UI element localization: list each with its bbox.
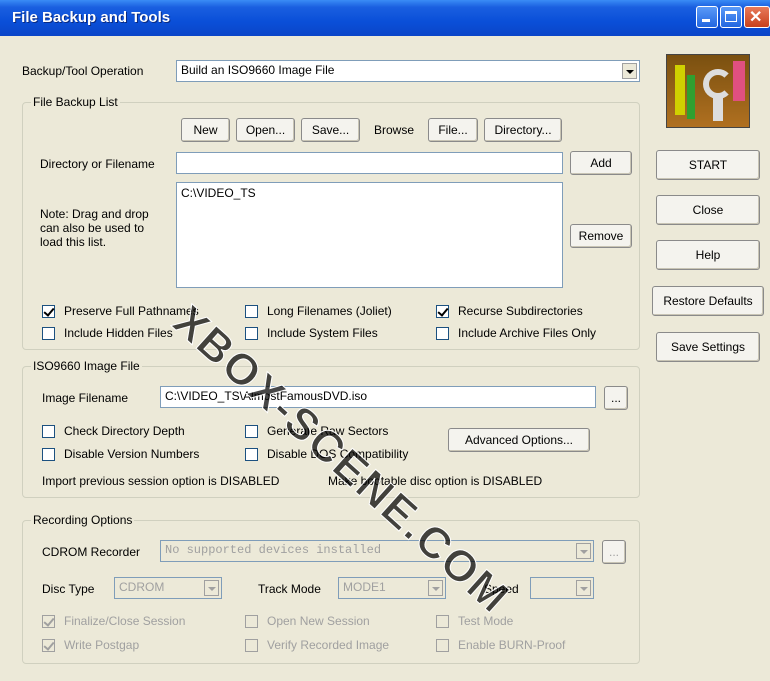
recording-options-title: Recording Options	[31, 513, 135, 527]
checkbox-box[interactable]	[42, 425, 55, 438]
finalize-session-label: Finalize/Close Session	[64, 614, 186, 628]
checkbox-box[interactable]	[245, 448, 258, 461]
file-button[interactable]: File...	[428, 118, 478, 142]
window-title: File Backup and Tools	[12, 9, 171, 26]
checkbox-box[interactable]	[245, 327, 258, 340]
check-icon	[43, 639, 55, 651]
new-button[interactable]: New	[181, 118, 230, 142]
import-session-status: Import previous session option is DISABL…	[42, 474, 280, 488]
operation-label: Backup/Tool Operation	[22, 64, 144, 78]
dir-filename-label: Directory or Filename	[40, 157, 155, 171]
checkbox-box[interactable]	[245, 305, 258, 318]
browse-label: Browse	[374, 123, 415, 137]
checkbox-box[interactable]	[245, 615, 258, 628]
add-button[interactable]: Add	[570, 151, 632, 175]
save-settings-button[interactable]: Save Settings	[656, 332, 760, 362]
list-item[interactable]: C:\VIDEO_TS	[181, 186, 558, 200]
check-icon	[437, 305, 449, 317]
checkbox-box[interactable]	[245, 425, 258, 438]
checkbox-box[interactable]	[436, 327, 449, 340]
chevron-down-icon[interactable]	[622, 63, 637, 79]
checkbox-box[interactable]	[42, 448, 55, 461]
operation-value: Build an ISO9660 Image File	[181, 63, 335, 77]
note-line-1: Note: Drag and drop	[40, 207, 149, 221]
note-line-2: can also be used to	[40, 221, 145, 235]
checkbox-box[interactable]	[436, 639, 449, 652]
track-mode-label: Track Mode	[258, 582, 321, 596]
tools-icon	[666, 54, 750, 128]
browse-image-button[interactable]: ...	[604, 386, 628, 410]
checkbox-box[interactable]	[42, 305, 55, 318]
close-button[interactable]: Close	[656, 195, 760, 225]
include-archive-label: Include Archive Files Only	[458, 326, 597, 340]
disable-version-label: Disable Version Numbers	[64, 447, 200, 461]
directory-button[interactable]: Directory...	[484, 118, 562, 142]
open-button[interactable]: Open...	[236, 118, 295, 142]
include-system-label: Include System Files	[267, 326, 378, 340]
note-line-3: load this list.	[40, 235, 107, 249]
chevron-down-icon[interactable]	[204, 580, 219, 596]
close-window-button[interactable]: ✕	[744, 6, 770, 28]
maximize-button[interactable]	[720, 6, 742, 28]
operation-select[interactable]: Build an ISO9660 Image File	[176, 60, 640, 82]
help-button[interactable]: Help	[656, 240, 760, 270]
track-mode-select[interactable]: MODE1	[338, 577, 446, 599]
save-button[interactable]: Save...	[301, 118, 360, 142]
dir-filename-input[interactable]	[176, 152, 563, 174]
verify-image-label: Verify Recorded Image	[267, 638, 390, 652]
disc-type-value: CDROM	[119, 580, 165, 594]
speed-select[interactable]	[530, 577, 594, 599]
burn-proof-label: Enable BURN-Proof	[458, 638, 566, 652]
recorder-options-button[interactable]: ...	[602, 540, 626, 564]
chevron-down-icon[interactable]	[576, 580, 591, 596]
maximize-icon	[725, 11, 737, 22]
checkbox-box[interactable]	[42, 639, 55, 652]
checkbox-box[interactable]	[436, 615, 449, 628]
iso-image-title: ISO9660 Image File	[31, 359, 142, 373]
open-new-session-label: Open New Session	[267, 614, 370, 628]
restore-defaults-button[interactable]: Restore Defaults	[652, 286, 764, 316]
disc-type-label: Disc Type	[42, 582, 95, 596]
cdrom-recorder-value: No supported devices installed	[165, 543, 382, 557]
disc-type-select[interactable]: CDROM	[114, 577, 222, 599]
write-postgap-label: Write Postgap	[64, 638, 140, 652]
recurse-subdirectories-label: Recurse Subdirectories	[458, 304, 583, 318]
long-filenames-label: Long Filenames (Joliet)	[267, 304, 392, 318]
check-icon	[43, 615, 55, 627]
cdrom-recorder-select[interactable]: No supported devices installed	[160, 540, 594, 562]
check-dir-depth-label: Check Directory Depth	[64, 424, 185, 438]
checkbox-box[interactable]	[245, 639, 258, 652]
close-icon: ✕	[749, 9, 763, 26]
minimize-button[interactable]	[696, 6, 718, 28]
advanced-options-button[interactable]: Advanced Options...	[448, 428, 590, 452]
checkbox-box[interactable]	[42, 615, 55, 628]
check-icon	[43, 305, 55, 317]
cdrom-recorder-label: CDROM Recorder	[42, 545, 141, 559]
file-backup-list-title: File Backup List	[31, 95, 120, 109]
image-filename-label: Image Filename	[42, 391, 129, 405]
chevron-down-icon[interactable]	[576, 543, 591, 559]
include-hidden-label: Include Hidden Files	[64, 326, 173, 340]
checkbox-box[interactable]	[42, 327, 55, 340]
track-mode-value: MODE1	[343, 580, 386, 594]
checkbox-box[interactable]	[436, 305, 449, 318]
file-list[interactable]: C:\VIDEO_TS	[176, 182, 563, 288]
minimize-icon	[702, 19, 710, 22]
remove-button[interactable]: Remove	[570, 224, 632, 248]
start-button[interactable]: START	[656, 150, 760, 180]
